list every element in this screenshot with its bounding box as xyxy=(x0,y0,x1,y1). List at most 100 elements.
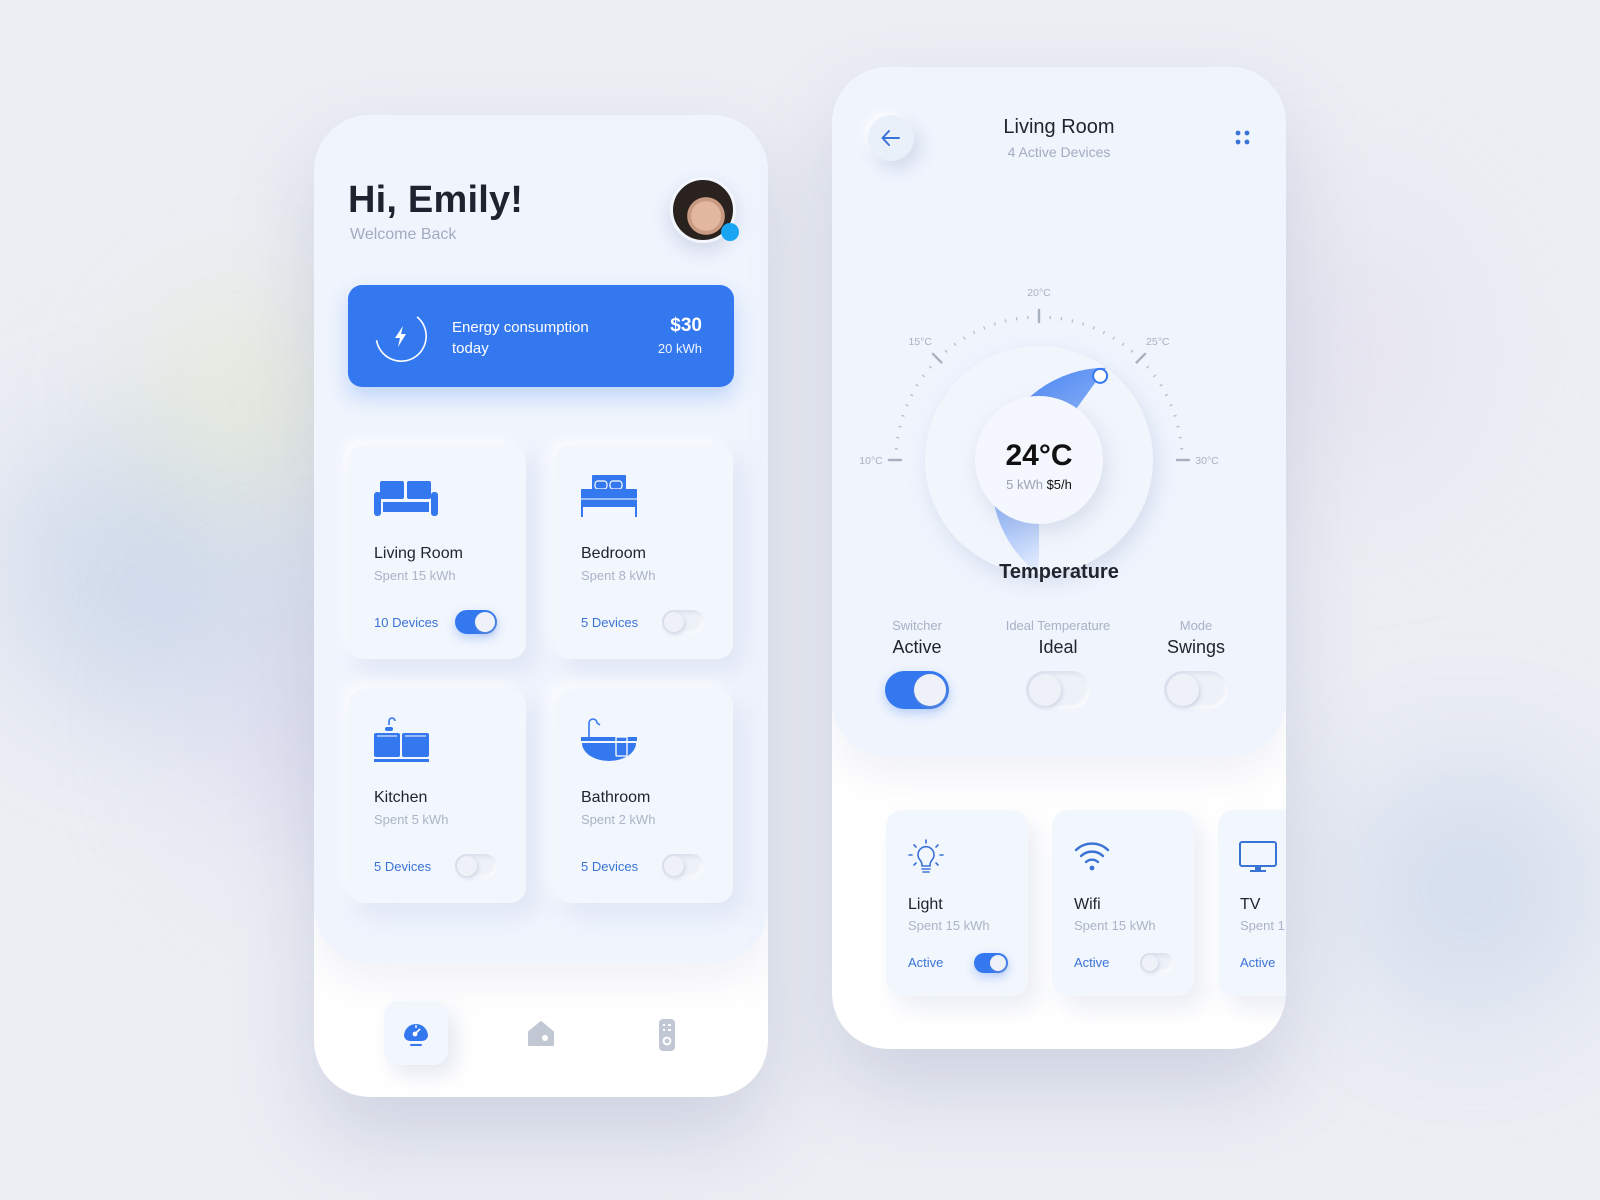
device-spent: Spent 15 kWh xyxy=(908,918,990,933)
dial-kwh: 5 kWh xyxy=(1006,477,1043,492)
room-spent: Spent 15 kWh xyxy=(374,568,456,583)
background-blur xyxy=(150,300,330,500)
room-spent: Spent 5 kWh xyxy=(374,812,449,827)
control-label: Switcher xyxy=(892,618,942,633)
room-card-kitchen[interactable]: Kitchen Spent 5 kWh 5 Devices xyxy=(348,689,526,903)
greeting-title: Hi, Emily! xyxy=(348,179,524,221)
room-name: Living Room xyxy=(374,545,463,562)
section-title: Temperature xyxy=(999,561,1119,583)
dial-rate: $5/h xyxy=(1047,477,1072,492)
room-name: Kitchen xyxy=(374,789,428,806)
home-icon xyxy=(528,1021,554,1046)
energy-consumption-card[interactable]: Energy consumption today $30 20 kWh xyxy=(348,285,734,387)
energy-price: $30 xyxy=(670,315,702,336)
nav-remote[interactable] xyxy=(634,1001,698,1065)
device-toggle[interactable] xyxy=(1140,953,1174,973)
device-toggle[interactable] xyxy=(974,953,1008,973)
device-spent: Spent 1 xyxy=(1240,918,1285,933)
room-toggle[interactable] xyxy=(662,610,704,634)
dial-minor-tick xyxy=(909,393,914,397)
room-name: Bathroom xyxy=(581,789,651,806)
device-status: Active xyxy=(908,955,944,970)
lightning-icon xyxy=(375,316,427,362)
device-card-light[interactable]: Light Spent 15 kWh Active xyxy=(886,810,1028,996)
dial-minor-tick xyxy=(1121,342,1125,346)
kitchen-sink-icon xyxy=(374,717,429,762)
welcome-subtitle: Welcome Back xyxy=(350,226,457,243)
dial-minor-tick xyxy=(1092,326,1095,330)
dial-minor-tick xyxy=(901,414,905,417)
room-devices-count: 5 Devices xyxy=(374,859,432,874)
dial-tick-label: 10°C xyxy=(859,455,883,467)
mode-toggle[interactable] xyxy=(1164,671,1228,709)
room-devices-count: 10 Devices xyxy=(374,615,439,630)
control-ideal-temperature: Ideal Temperature Ideal xyxy=(983,618,1133,658)
device-name: Wifi xyxy=(1074,896,1101,913)
room-card-bathroom[interactable]: Bathroom Spent 2 kWh 5 Devices xyxy=(555,689,733,903)
lightbulb-icon xyxy=(908,839,944,873)
control-value: Active xyxy=(892,637,942,657)
control-label: Mode xyxy=(1179,618,1213,633)
home-panel: Hi, Emily! Welcome Back Energy consumpti… xyxy=(314,115,768,963)
dial-minor-tick xyxy=(1102,330,1106,335)
tv-icon xyxy=(1239,841,1277,872)
online-status-dot xyxy=(721,223,739,241)
bathtub-icon xyxy=(581,718,637,761)
control-label: Ideal Temperature xyxy=(1005,618,1111,633)
room-devices-count: 5 Devices xyxy=(581,859,639,874)
dial-tick-label: 25°C xyxy=(1146,336,1170,348)
switcher-toggle[interactable] xyxy=(885,671,949,709)
room-toggle[interactable] xyxy=(662,854,704,878)
device-card-tv[interactable]: TV Spent 1 Active xyxy=(1218,810,1286,996)
device-card-wifi[interactable]: Wifi Spent 15 kWh Active xyxy=(1052,810,1194,996)
dial-tick-label: 30°C xyxy=(1195,455,1219,467)
thermostat-panel: Living Room 4 Active Devices 10°C 15°C 20°… xyxy=(832,67,1286,757)
bed-icon xyxy=(581,475,637,517)
room-detail-screen: Living Room 4 Active Devices 10°C 15°C 20°… xyxy=(832,67,1286,1049)
wifi-icon xyxy=(1074,842,1110,871)
device-status: Active xyxy=(1074,955,1110,970)
energy-label: Energy consumption today xyxy=(452,319,589,357)
ideal-temperature-toggle[interactable] xyxy=(1026,671,1090,709)
device-name: TV xyxy=(1240,896,1261,913)
room-card-bedroom[interactable]: Bedroom Spent 8 kWh 5 Devices xyxy=(555,445,733,659)
sofa-icon xyxy=(374,481,438,516)
dial-major-tick xyxy=(1135,352,1147,364)
dial-minor-tick xyxy=(1173,414,1177,417)
room-toggle[interactable] xyxy=(455,610,497,634)
device-spent: Spent 15 kWh xyxy=(1074,918,1156,933)
dial-minor-tick xyxy=(993,322,996,326)
room-toggle[interactable] xyxy=(455,854,497,878)
room-spent: Spent 2 kWh xyxy=(581,812,656,827)
dial-minor-tick xyxy=(1164,393,1169,397)
thermostat-dial[interactable]: 10°C 15°C 20°C 25°C 30°C 24°C 5 kWh $5/h xyxy=(852,207,1266,597)
dial-tick-label: 15°C xyxy=(908,336,932,348)
dial-minor-tick xyxy=(1169,404,1173,407)
room-spent: Spent 8 kWh xyxy=(581,568,656,583)
user-avatar[interactable] xyxy=(670,177,739,243)
dial-minor-tick xyxy=(928,365,932,369)
dial-consumption: 5 kWh $5/h xyxy=(1006,477,1072,492)
dial-major-tick xyxy=(931,352,943,364)
room-title: Living Room xyxy=(1003,116,1115,138)
dial-handle[interactable] xyxy=(1092,367,1109,384)
control-switcher: Switcher Active xyxy=(842,618,992,658)
background-blur xyxy=(1340,760,1600,1020)
dial-minor-tick xyxy=(963,336,966,340)
energy-kwh: 20 kWh xyxy=(657,341,702,356)
control-mode: Mode Swings xyxy=(1121,618,1271,658)
room-card-living-room[interactable]: Living Room Spent 15 kWh 10 Devices xyxy=(348,445,526,659)
dial-minor-tick xyxy=(1082,322,1085,326)
dial-minor-tick xyxy=(905,404,909,407)
room-devices-count: 5 Devices xyxy=(581,615,639,630)
dial-minor-tick xyxy=(1153,374,1157,378)
speedometer-icon xyxy=(404,1024,428,1046)
nav-dashboard[interactable] xyxy=(384,1001,448,1065)
grid-menu-icon[interactable] xyxy=(1234,129,1252,147)
nav-home[interactable] xyxy=(509,1001,573,1065)
device-name: Light xyxy=(908,896,943,913)
control-value: Swings xyxy=(1166,637,1226,657)
remote-icon xyxy=(659,1019,675,1051)
dial-minor-tick xyxy=(972,330,976,335)
dial-minor-tick xyxy=(915,384,919,387)
